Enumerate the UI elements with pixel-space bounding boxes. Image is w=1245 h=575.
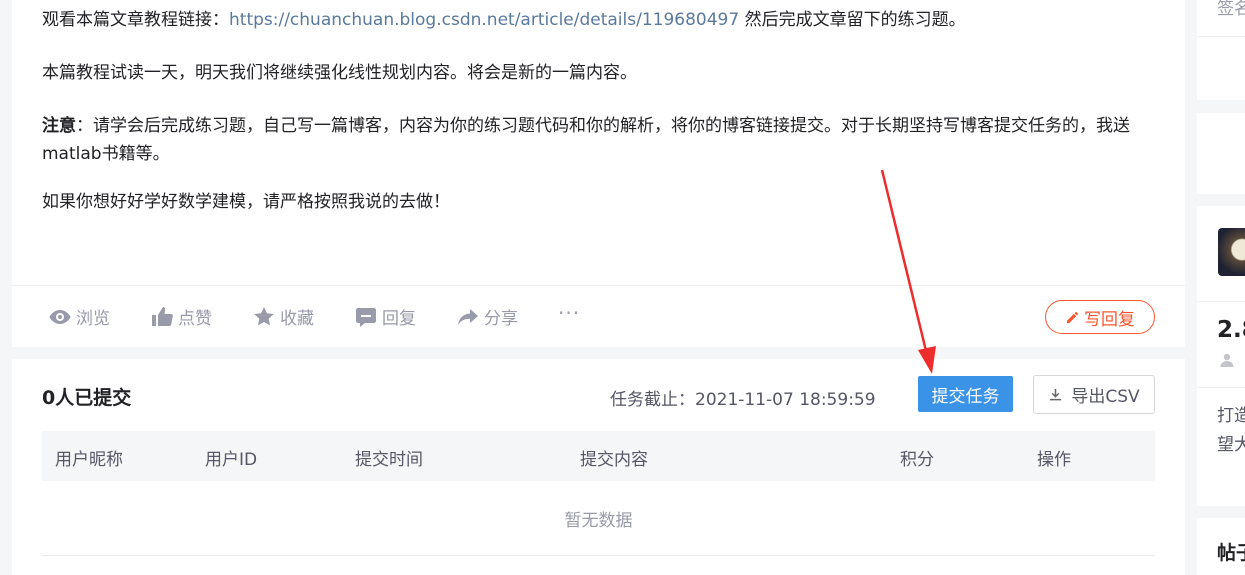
tutorial-link[interactable]: https://chuanchuan.blog.csdn.net/article… [229, 10, 739, 30]
share-icon [458, 308, 478, 325]
view-action[interactable]: 浏览 [48, 304, 110, 329]
notice-text: ：请学会后完成练习题，自己写一篇博客，内容为你的练习题代码和你的解析，将你的博客… [42, 116, 1130, 164]
table-header: 用户昵称 用户ID 提交时间 提交内容 积分 操作 [42, 431, 1155, 481]
comment-icon [356, 307, 376, 327]
sidebar-divider [1197, 301, 1245, 302]
column-submit-content: 提交内容 [580, 450, 648, 470]
notice-label: 注意 [42, 116, 76, 136]
submitted-count: 0人已提交 [42, 387, 132, 409]
export-csv-label: 导出CSV [1071, 387, 1140, 407]
empty-state: 暂无数据 [42, 481, 1155, 556]
deadline-value: 2021-11-07 18:59:59 [695, 390, 876, 410]
article-body: 观看本篇文章教程链接：https://chuanchuan.blog.csdn.… [42, 6, 1162, 241]
write-reply-label: 写回复 [1084, 309, 1135, 330]
like-label: 点赞 [178, 309, 212, 329]
more-options-icon[interactable]: ··· [558, 301, 580, 325]
write-reply-button[interactable]: 写回复 [1045, 300, 1155, 334]
column-submit-time: 提交时间 [355, 450, 423, 470]
pencil-icon [1066, 311, 1079, 323]
sidebar-posts-block: 帖子 [1197, 518, 1245, 575]
sidebar-empty-block [1197, 113, 1245, 194]
eye-icon [49, 309, 71, 324]
article-paragraph-trial: 本篇教程试读一天，明天我们将继续强化线性规划内容。将会是新的一篇内容。 [42, 63, 637, 83]
article-card: 观看本篇文章教程链接：https://chuanchuan.blog.csdn.… [12, 0, 1185, 347]
task-card: 0人已提交 任务截止：2021-11-07 18:59:59 提交任务 导出CS… [12, 359, 1185, 575]
favorite-label: 收藏 [280, 309, 314, 329]
favorite-action[interactable]: 收藏 [252, 304, 314, 329]
action-bar: 浏览 点赞 收藏 回复 分享 ··· 写回复 [12, 285, 1185, 347]
share-label: 分享 [484, 309, 518, 329]
column-user-id: 用户ID [205, 450, 258, 470]
reply-action[interactable]: 回复 [354, 304, 416, 329]
article-paragraph-link: 观看本篇文章教程链接：https://chuanchuan.blog.csdn.… [42, 6, 1162, 34]
download-icon [1050, 388, 1062, 401]
article-paragraph-notice: 注意：请学会后完成练习题，自己写一篇博客，内容为你的练习题代码和你的解析，将你的… [42, 112, 1162, 168]
star-icon [254, 306, 274, 325]
sidebar-stat-number: 2.8 [1217, 317, 1245, 343]
share-action[interactable]: 分享 [456, 304, 518, 329]
like-action[interactable]: 点赞 [150, 304, 212, 329]
article-paragraph-closing: 如果你想好好学好数学建模，请严格按照我说的去做！ [42, 192, 450, 212]
reply-label: 回复 [382, 309, 416, 329]
thumbs-up-icon [152, 306, 173, 326]
link-intro-text: 观看本篇文章教程链接： [42, 10, 229, 30]
export-csv-button[interactable]: 导出CSV [1033, 375, 1155, 414]
task-deadline: 任务截止：2021-11-07 18:59:59 [610, 385, 876, 410]
sidebar-divider [1197, 387, 1245, 388]
sidebar-posts-heading: 帖子 [1217, 542, 1245, 564]
avatar[interactable] [1218, 228, 1245, 276]
sidebar-signature-block: 签名 [1197, 0, 1245, 100]
link-suffix-text: 然后完成文章留下的练习题。 [739, 10, 966, 30]
column-nickname: 用户昵称 [55, 450, 123, 470]
sidebar-top-text: 签名 [1217, 0, 1245, 19]
sidebar-profile-block: 2.8 打造机领望大 [1197, 206, 1245, 506]
view-label: 浏览 [76, 309, 110, 329]
sidebar-divider [1197, 36, 1245, 37]
user-icon [1220, 353, 1234, 367]
deadline-label: 任务截止： [610, 390, 695, 410]
submit-task-button[interactable]: 提交任务 [918, 376, 1013, 412]
column-points: 积分 [900, 450, 934, 470]
sidebar-description: 打造机领望大 [1217, 406, 1245, 455]
column-actions: 操作 [1037, 450, 1071, 470]
